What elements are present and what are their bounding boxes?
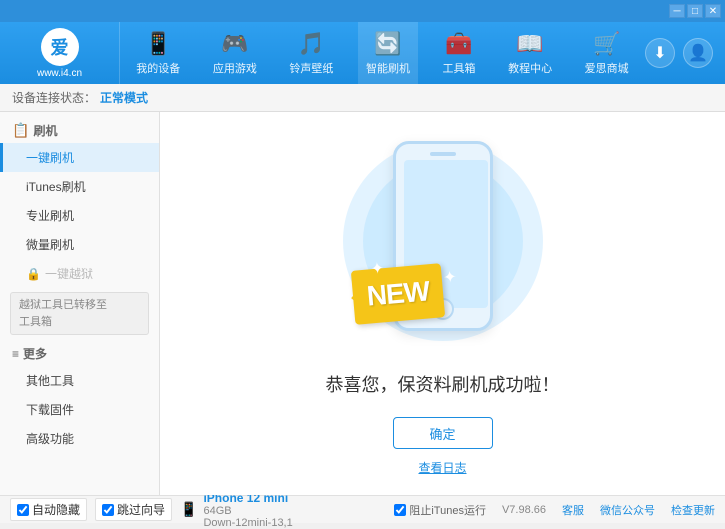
- sidebar-jailbreak-notice: 越狱工具已转移至工具箱: [10, 292, 149, 335]
- logo-icon: 爱: [41, 28, 79, 66]
- more-section-icon: ≡: [12, 347, 19, 361]
- bottom-bar: 自动隐藏 跳过向导 📱 iPhone 12 mini 64GB Down-12m…: [0, 495, 725, 523]
- logo-area[interactable]: 爱 www.i4.cn: [0, 22, 120, 84]
- flash-section-icon: 📋: [12, 122, 29, 139]
- sidebar-jailbreak-disabled: 🔒 一键越狱: [0, 259, 159, 288]
- smart-flash-icon: 🔄: [374, 31, 401, 57]
- customer-service-link[interactable]: 客服: [562, 502, 584, 518]
- apps-games-icon: 🎮: [221, 31, 248, 57]
- maximize-button[interactable]: □: [687, 4, 703, 18]
- device-storage: 64GB: [203, 505, 292, 517]
- nav-item-smart-flash[interactable]: 🔄 智能刷机: [358, 22, 418, 84]
- skip-wizard-checkbox[interactable]: 跳过向导: [95, 498, 172, 521]
- statusbar: 设备连接状态： 正常模式: [0, 84, 725, 112]
- sidebar-item-other-tools[interactable]: 其他工具: [0, 366, 159, 395]
- new-badge: ✦ NEW ✦: [350, 263, 444, 325]
- minimize-button[interactable]: ─: [669, 4, 685, 18]
- confirm-button[interactable]: 确定: [393, 417, 493, 449]
- my-device-icon: 📱: [145, 31, 172, 57]
- sidebar-item-itunes-flash[interactable]: iTunes刷机: [0, 172, 159, 201]
- tutorial-icon: 📖: [516, 31, 543, 57]
- ringtones-icon: 🎵: [298, 31, 325, 57]
- new-badge-text: NEW: [365, 275, 430, 312]
- user-button[interactable]: 👤: [683, 38, 713, 68]
- nav-item-toolbox[interactable]: 🧰 工具箱: [435, 22, 484, 84]
- header: 爱 www.i4.cn 📱 我的设备 🎮 应用游戏 🎵 铃声壁纸 🔄 智能刷机 …: [0, 22, 725, 84]
- auto-hide-checkbox[interactable]: 自动隐藏: [10, 498, 87, 521]
- sidebar-item-advanced[interactable]: 高级功能: [0, 424, 159, 453]
- store-icon: 🛒: [593, 31, 620, 57]
- bottom-right: 阻止iTunes运行 V7.98.66 客服 微信公众号 检查更新: [394, 502, 715, 518]
- version-text: V7.98.66: [502, 504, 546, 516]
- wechat-link[interactable]: 微信公众号: [600, 502, 655, 518]
- re-flash-link[interactable]: 查看日志: [418, 459, 466, 476]
- auto-hide-input[interactable]: [17, 504, 29, 516]
- header-right: ⬇ 👤: [645, 38, 725, 68]
- close-button[interactable]: ✕: [705, 4, 721, 18]
- phone-illustration: ✦ NEW ✦: [353, 131, 533, 351]
- sidebar-more-title: ≡ 更多: [0, 339, 159, 366]
- sidebar: 📋 刷机 一键刷机 iTunes刷机 专业刷机 微量刷机 🔒 一键越狱 越狱工具…: [0, 112, 160, 495]
- toolbox-icon: 🧰: [445, 31, 472, 57]
- nav-item-apps-games[interactable]: 🎮 应用游戏: [205, 22, 265, 84]
- sidebar-item-download-firmware[interactable]: 下载固件: [0, 395, 159, 424]
- content-area: ✦ NEW ✦ 恭喜您，保资料刷机成功啦！ 确定 查看日志: [160, 112, 725, 495]
- nav-item-store[interactable]: 🛒 爱思商城: [577, 22, 637, 84]
- main-layout: 📋 刷机 一键刷机 iTunes刷机 专业刷机 微量刷机 🔒 一键越狱 越狱工具…: [0, 112, 725, 495]
- sidebar-item-one-click-flash[interactable]: 一键刷机: [0, 143, 159, 172]
- sidebar-flash-title: 📋 刷机: [0, 116, 159, 143]
- nav-items: 📱 我的设备 🎮 应用游戏 🎵 铃声壁纸 🔄 智能刷机 🧰 工具箱 📖 教程中心…: [120, 22, 645, 84]
- success-title: 恭喜您，保资料刷机成功啦！: [326, 371, 560, 397]
- download-button[interactable]: ⬇: [645, 38, 675, 68]
- check-update-link[interactable]: 检查更新: [671, 502, 715, 518]
- titlebar: ─ □ ✕: [0, 0, 725, 22]
- skip-wizard-input[interactable]: [102, 504, 114, 516]
- nav-item-ringtones[interactable]: 🎵 铃声壁纸: [281, 22, 341, 84]
- phone-speaker: [430, 152, 456, 156]
- status-value: 正常模式: [100, 89, 148, 106]
- sidebar-item-save-flash[interactable]: 微量刷机: [0, 230, 159, 259]
- sparkle-icon-1: ✦: [369, 258, 384, 279]
- sparkle-icon-2: ✦: [442, 267, 457, 288]
- stop-itunes-input[interactable]: [394, 504, 406, 516]
- device-icon: 📱: [180, 501, 197, 518]
- logo-url: www.i4.cn: [37, 68, 82, 79]
- status-label: 设备连接状态：: [12, 89, 96, 106]
- nav-item-my-device[interactable]: 📱 我的设备: [128, 22, 188, 84]
- stop-itunes-checkbox[interactable]: 阻止iTunes运行: [394, 502, 486, 518]
- nav-item-tutorial[interactable]: 📖 教程中心: [500, 22, 560, 84]
- sidebar-item-pro-flash[interactable]: 专业刷机: [0, 201, 159, 230]
